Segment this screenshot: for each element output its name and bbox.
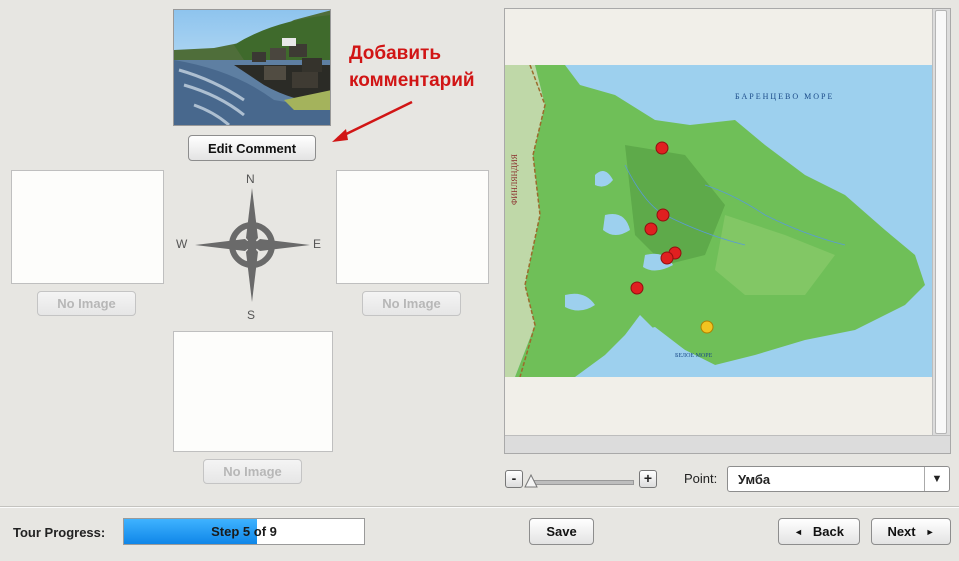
annotation-arrow-icon [332, 100, 413, 142]
map-vertical-scroll-thumb[interactable] [935, 10, 947, 434]
south-no-image-button[interactable]: No Image [203, 459, 302, 484]
compass-east-label: E [313, 237, 322, 251]
map-marker[interactable] [630, 281, 644, 295]
zoom-slider-track[interactable] [528, 480, 634, 485]
map-marker[interactable] [660, 251, 674, 265]
point-select[interactable]: Умба ▼ [727, 466, 950, 492]
zoom-in-button[interactable]: + [639, 470, 657, 488]
map-viewport[interactable]: БАРЕНЦЕВО МОРЕ БЕЛОЕ МОРЕ ФИНЛЯНДИЯ [505, 65, 932, 377]
village-photo [174, 10, 330, 125]
compass-west-label: W [176, 237, 188, 251]
back-button-label: Back [812, 524, 844, 539]
next-button[interactable]: Next ► [871, 518, 951, 545]
barents-sea-label: БАРЕНЦЕВО МОРЕ [735, 92, 834, 101]
edit-comment-button[interactable]: Edit Comment [188, 135, 316, 161]
east-no-image-button[interactable]: No Image [362, 291, 461, 316]
white-sea-label: БЕЛОЕ МОРЕ [675, 353, 713, 359]
west-photo-slot[interactable] [11, 170, 164, 284]
compass-icon [195, 188, 310, 302]
map-marker[interactable] [656, 208, 670, 222]
next-arrow-icon: ► [925, 526, 935, 537]
south-photo-slot[interactable] [173, 331, 333, 452]
point-select-value: Умба [738, 472, 771, 487]
footer-divider [0, 506, 959, 508]
tour-progress-label: Tour Progress: [13, 525, 106, 540]
compass-north-label: N [246, 172, 255, 186]
finland-label: ФИНЛЯНДИЯ [510, 153, 519, 205]
selected-map-marker[interactable] [700, 320, 714, 334]
top-photo-image[interactable] [173, 9, 331, 126]
tour-progress-text: Step 5 of 9 [211, 524, 277, 539]
zoom-out-button[interactable]: - [505, 470, 523, 488]
add-comment-annotation: Добавить комментарий [349, 43, 475, 91]
chevron-down-icon[interactable]: ▼ [924, 467, 949, 491]
east-photo-slot[interactable] [336, 170, 489, 284]
save-button[interactable]: Save [529, 518, 594, 545]
map-horizontal-scrollbar[interactable] [505, 435, 950, 453]
kola-peninsula-map: БАРЕНЦЕВО МОРЕ БЕЛОЕ МОРЕ ФИНЛЯНДИЯ [505, 65, 932, 377]
point-label: Point: [684, 471, 718, 486]
map-marker[interactable] [655, 141, 669, 155]
tour-progress-bar: Step 5 of 9 [123, 518, 365, 545]
back-button[interactable]: ◄ Back [778, 518, 860, 545]
west-no-image-button[interactable]: No Image [37, 291, 136, 316]
map-marker[interactable] [644, 222, 658, 236]
next-button-label: Next [887, 524, 916, 539]
compass-rose: N S W E [176, 170, 321, 322]
zoom-slider-thumb[interactable] [524, 474, 538, 488]
compass-south-label: S [247, 308, 256, 322]
back-arrow-icon: ◄ [794, 526, 803, 537]
